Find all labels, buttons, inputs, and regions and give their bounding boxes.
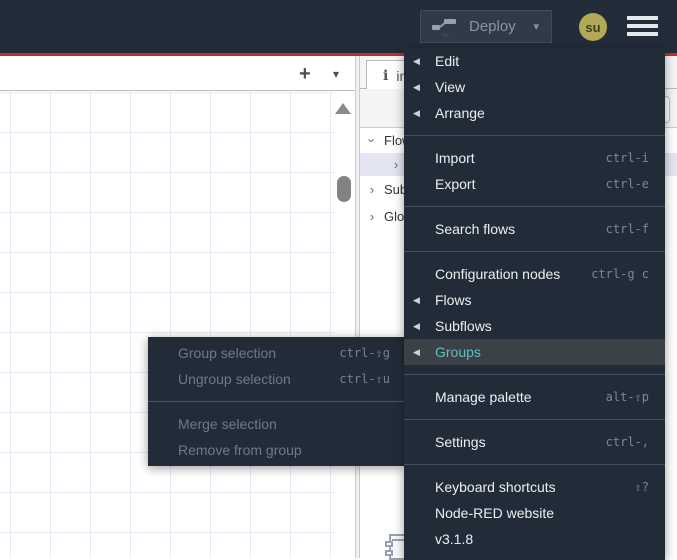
menu-separator xyxy=(404,251,665,252)
menu-item-shortcut: ctrl-⇧u xyxy=(339,372,390,386)
menu-item-label: Merge selection xyxy=(178,416,277,432)
info-icon: i xyxy=(383,67,389,84)
submenu-arrow-icon: ◀ xyxy=(413,294,420,305)
menu-item-label: Flows xyxy=(435,292,472,308)
menu-item-flows[interactable]: ◀ Flows xyxy=(404,287,665,313)
deploy-button[interactable]: Deploy ▾ xyxy=(420,10,552,43)
submenu-arrow-icon: ◀ xyxy=(413,346,420,357)
menu-item-label: Subflows xyxy=(435,318,492,334)
menu-item-ungroup-selection: Ungroup selection ctrl-⇧u xyxy=(148,366,404,392)
menu-item-search-flows[interactable]: Search flows ctrl-f xyxy=(404,216,665,242)
menu-item-merge-selection: Merge selection xyxy=(148,411,404,437)
menu-item-shortcut: ctrl-, xyxy=(605,435,649,449)
menu-item-import[interactable]: Import ctrl-i xyxy=(404,145,665,171)
submenu-arrow-icon: ◀ xyxy=(413,55,420,66)
menu-item-shortcut: alt-⇧p xyxy=(605,390,649,404)
menu-item-shortcut: ⇧? xyxy=(634,480,649,494)
menu-item-shortcut: ctrl-⇧g xyxy=(339,346,390,360)
flow-canvas-grid xyxy=(0,92,334,558)
menu-item-shortcut: ctrl-e xyxy=(605,177,649,191)
submenu-arrow-icon: ◀ xyxy=(413,320,420,331)
menu-item-group-selection: Group selection ctrl-⇧g xyxy=(148,340,404,366)
menu-item-export[interactable]: Export ctrl-e xyxy=(404,171,665,197)
chevron-right-icon: › xyxy=(369,209,375,224)
deploy-button-label: Deploy xyxy=(469,18,516,35)
menu-separator xyxy=(404,374,665,375)
menu-item-subflows[interactable]: ◀ Subflows xyxy=(404,313,665,339)
menu-item-node-red-website[interactable]: Node-RED website xyxy=(404,500,665,526)
menu-item-label: Configuration nodes xyxy=(435,266,561,282)
menu-item-version[interactable]: v3.1.8 xyxy=(404,526,665,552)
menu-separator xyxy=(148,401,404,402)
groups-submenu: Group selection ctrl-⇧g Ungroup selectio… xyxy=(148,337,404,466)
main-menu-dropdown: ◀ Edit ◀ View ◀ Arrange Import ctrl-i Ex… xyxy=(404,48,665,560)
flow-list-button[interactable]: ▾ xyxy=(333,67,339,81)
menu-item-label: Remove from group xyxy=(178,442,302,458)
scroll-up-arrow[interactable] xyxy=(335,103,351,114)
menu-item-label: v3.1.8 xyxy=(435,531,474,547)
hamburger-icon xyxy=(627,24,658,28)
submenu-arrow-icon: ◀ xyxy=(413,81,420,92)
menu-item-label: Group selection xyxy=(178,345,277,361)
submenu-arrow-icon: ◀ xyxy=(413,107,420,118)
menu-item-configuration-nodes[interactable]: Configuration nodes ctrl-g c xyxy=(404,261,665,287)
menu-separator xyxy=(404,464,665,465)
menu-item-edit[interactable]: ◀ Edit xyxy=(404,48,665,74)
menu-item-label: Export xyxy=(435,176,476,192)
add-flow-button[interactable]: + xyxy=(299,63,311,86)
menu-item-label: View xyxy=(435,79,466,95)
chevron-down-icon: › xyxy=(364,138,380,143)
deploy-nodes-icon xyxy=(432,18,456,37)
menu-item-label: Keyboard shortcuts xyxy=(435,479,556,495)
hamburger-icon xyxy=(627,32,658,36)
hamburger-icon xyxy=(627,16,658,20)
menu-item-groups[interactable]: ◀ Groups xyxy=(404,339,665,365)
menu-item-shortcut: ctrl-g c xyxy=(591,267,649,281)
chevron-right-icon: › xyxy=(393,157,399,172)
deploy-options-caret-icon[interactable]: ▾ xyxy=(533,20,539,33)
header-bar xyxy=(0,0,677,53)
menu-item-view[interactable]: ◀ View xyxy=(404,74,665,100)
menu-item-shortcut: ctrl-i xyxy=(605,151,649,165)
menu-item-shortcut: ctrl-f xyxy=(605,222,649,236)
vertical-scrollbar-thumb[interactable] xyxy=(337,176,351,202)
menu-item-manage-palette[interactable]: Manage palette alt-⇧p xyxy=(404,384,665,410)
menu-item-label: Groups xyxy=(435,344,481,360)
user-avatar[interactable]: su xyxy=(579,13,607,41)
menu-item-label: Manage palette xyxy=(435,389,532,405)
menu-separator xyxy=(404,135,665,136)
menu-separator xyxy=(404,419,665,420)
menu-item-label: Arrange xyxy=(435,105,485,121)
menu-item-settings[interactable]: Settings ctrl-, xyxy=(404,429,665,455)
menu-item-label: Search flows xyxy=(435,221,516,237)
menu-item-remove-from-group: Remove from group xyxy=(148,437,404,463)
menu-item-label: Edit xyxy=(435,53,460,69)
main-menu-button[interactable] xyxy=(627,16,658,40)
menu-separator xyxy=(404,206,665,207)
menu-item-keyboard-shortcuts[interactable]: Keyboard shortcuts ⇧? xyxy=(404,474,665,500)
chevron-right-icon: › xyxy=(369,182,375,197)
menu-item-label: Node-RED website xyxy=(435,505,555,521)
menu-item-label: Settings xyxy=(435,434,486,450)
menu-item-label: Ungroup selection xyxy=(178,371,291,387)
menu-item-arrange[interactable]: ◀ Arrange xyxy=(404,100,665,126)
menu-item-label: Import xyxy=(435,150,475,166)
